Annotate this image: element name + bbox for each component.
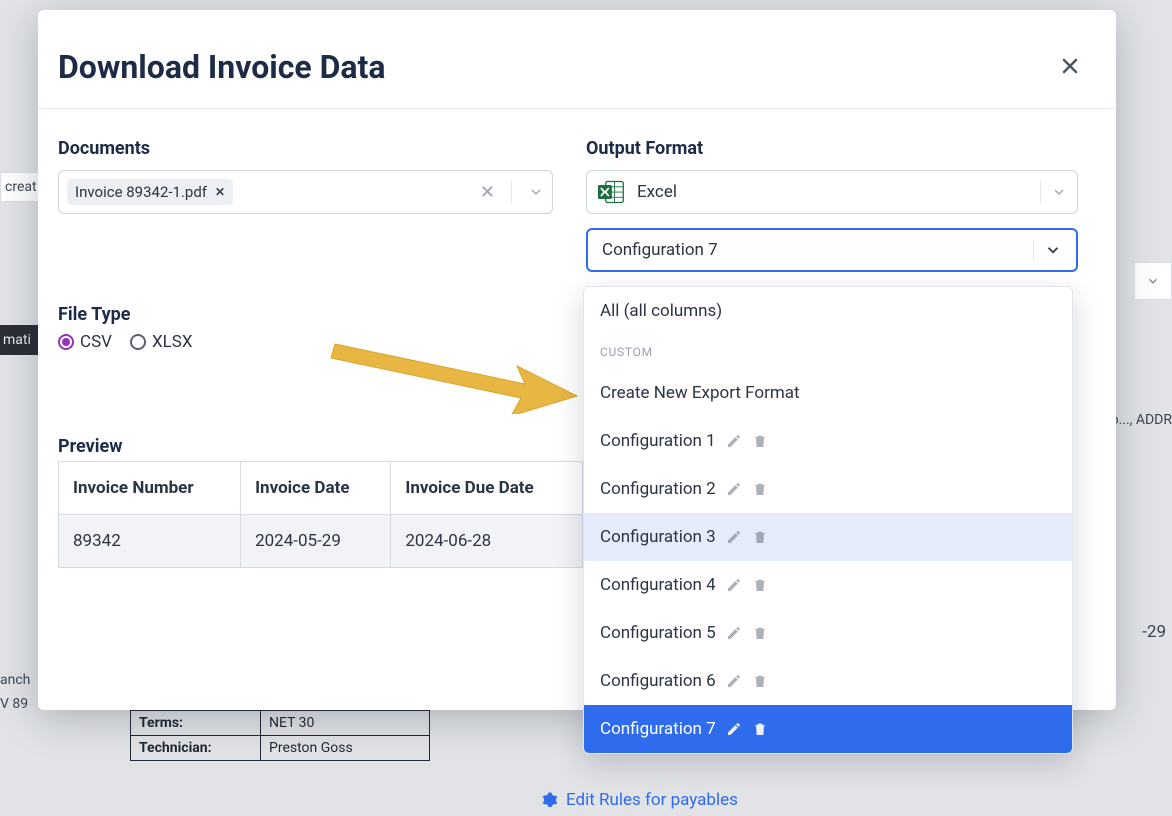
file-type-xlsx-radio[interactable]: XLSX bbox=[130, 332, 193, 352]
dropdown-item-config-2[interactable]: Configuration 2 bbox=[584, 465, 1072, 513]
dropdown-item-config-4[interactable]: Configuration 4 bbox=[584, 561, 1072, 609]
col-header: Invoice Number bbox=[59, 462, 241, 515]
export-config-dropdown: All (all columns) CUSTOM Create New Expo… bbox=[583, 286, 1073, 754]
trash-icon[interactable] bbox=[752, 433, 768, 449]
dropdown-item-all[interactable]: All (all columns) bbox=[584, 287, 1072, 335]
table-row: 89342 2024-05-29 2024-06-28 bbox=[59, 515, 583, 568]
col-header: Invoice Date bbox=[241, 462, 391, 515]
divider bbox=[38, 108, 1116, 109]
dropdown-item-label: Create New Export Format bbox=[600, 383, 800, 403]
export-config-value: Configuration 7 bbox=[602, 240, 718, 260]
bg-fragment: V 89 bbox=[0, 692, 40, 716]
chevron-down-icon[interactable] bbox=[528, 184, 544, 200]
export-config-select[interactable]: Configuration 7 bbox=[586, 228, 1078, 272]
edit-icon[interactable] bbox=[726, 721, 742, 737]
chevron-down-icon bbox=[1146, 274, 1160, 288]
preview-label: Preview bbox=[58, 436, 122, 457]
documents-input[interactable]: Invoice 89342-1.pdf ✕ ✕ bbox=[58, 170, 553, 214]
dropdown-item-config-5[interactable]: Configuration 5 bbox=[584, 609, 1072, 657]
bg-fragment: anch bbox=[0, 668, 40, 692]
trash-icon[interactable] bbox=[752, 721, 768, 737]
file-type-csv-radio[interactable]: CSV bbox=[58, 332, 112, 352]
dropdown-item-create[interactable]: Create New Export Format bbox=[584, 369, 1072, 417]
radio-label: XLSX bbox=[152, 332, 193, 352]
edit-rules-link[interactable]: Edit Rules for payables bbox=[542, 790, 738, 810]
divider bbox=[511, 181, 512, 203]
gear-icon bbox=[542, 792, 558, 808]
bg-fragment: creat bbox=[0, 172, 40, 202]
edit-icon[interactable] bbox=[726, 577, 742, 593]
trash-icon[interactable] bbox=[752, 577, 768, 593]
chevron-down-icon[interactable] bbox=[1051, 184, 1067, 200]
callout-arrow-icon bbox=[325, 324, 585, 414]
dropdown-item-label: Configuration 5 bbox=[600, 623, 716, 643]
edit-icon[interactable] bbox=[726, 481, 742, 497]
excel-icon bbox=[597, 178, 625, 206]
document-chip[interactable]: Invoice 89342-1.pdf ✕ bbox=[67, 179, 233, 205]
edit-icon[interactable] bbox=[726, 673, 742, 689]
edit-icon[interactable] bbox=[726, 529, 742, 545]
table-row: Terms:NET 30 bbox=[131, 711, 430, 736]
documents-label: Documents bbox=[58, 138, 150, 159]
dropdown-item-label: Configuration 7 bbox=[600, 719, 716, 739]
radio-icon bbox=[130, 334, 146, 350]
chevron-down-icon[interactable] bbox=[1044, 241, 1062, 259]
edit-rules-label: Edit Rules for payables bbox=[566, 790, 738, 810]
trash-icon[interactable] bbox=[752, 529, 768, 545]
close-button[interactable] bbox=[1058, 54, 1082, 78]
cell: 2024-06-28 bbox=[391, 515, 583, 568]
output-format-value: Excel bbox=[637, 182, 677, 202]
bg-fragment: mati bbox=[0, 325, 40, 355]
dropdown-item-label: Configuration 2 bbox=[600, 479, 716, 499]
divider bbox=[1040, 181, 1041, 203]
clear-documents-icon[interactable]: ✕ bbox=[480, 182, 495, 203]
modal-title: Download Invoice Data bbox=[58, 48, 386, 86]
dropdown-item-label: Configuration 1 bbox=[600, 431, 716, 451]
bg-caret-button[interactable] bbox=[1134, 262, 1172, 300]
divider bbox=[1033, 239, 1034, 261]
dropdown-item-label: Configuration 3 bbox=[600, 527, 716, 547]
radio-label: CSV bbox=[80, 332, 112, 352]
dropdown-item-label: Configuration 4 bbox=[600, 575, 716, 595]
trash-icon[interactable] bbox=[752, 625, 768, 641]
preview-table: Invoice Number Invoice Date Invoice Due … bbox=[58, 461, 583, 568]
cell: 89342 bbox=[59, 515, 241, 568]
dropdown-item-config-6[interactable]: Configuration 6 bbox=[584, 657, 1072, 705]
file-type-radio-group: CSV XLSX bbox=[58, 332, 193, 352]
table-header-row: Invoice Number Invoice Date Invoice Due … bbox=[59, 462, 583, 515]
trash-icon[interactable] bbox=[752, 481, 768, 497]
close-icon bbox=[1058, 54, 1082, 78]
file-type-label: File Type bbox=[58, 304, 131, 325]
edit-icon[interactable] bbox=[726, 433, 742, 449]
output-format-label: Output Format bbox=[586, 138, 703, 159]
radio-icon bbox=[58, 334, 74, 350]
trash-icon[interactable] bbox=[752, 673, 768, 689]
output-format-select[interactable]: Excel bbox=[586, 170, 1078, 214]
col-header: Invoice Due Date bbox=[391, 462, 583, 515]
document-chip-label: Invoice 89342-1.pdf bbox=[75, 183, 207, 201]
dropdown-item-config-1[interactable]: Configuration 1 bbox=[584, 417, 1072, 465]
dropdown-item-config-7[interactable]: Configuration 7 bbox=[584, 705, 1072, 753]
dropdown-item-label: All (all columns) bbox=[600, 301, 722, 321]
edit-icon[interactable] bbox=[726, 625, 742, 641]
table-row: Technician:Preston Goss bbox=[131, 736, 430, 761]
dropdown-item-label: Configuration 6 bbox=[600, 671, 716, 691]
remove-chip-icon[interactable]: ✕ bbox=[215, 185, 225, 199]
dropdown-group-header: CUSTOM bbox=[584, 335, 1072, 369]
dropdown-item-config-3[interactable]: Configuration 3 bbox=[584, 513, 1072, 561]
cell: 2024-05-29 bbox=[241, 515, 391, 568]
